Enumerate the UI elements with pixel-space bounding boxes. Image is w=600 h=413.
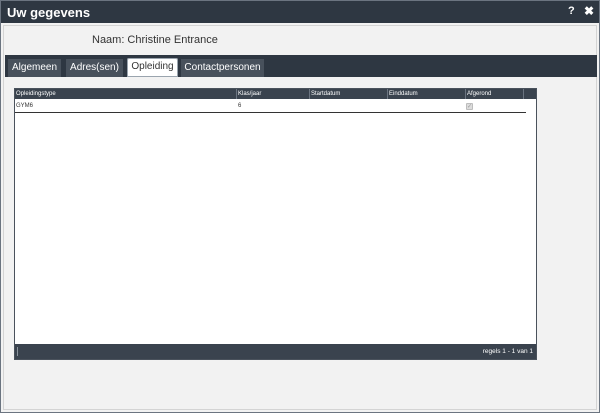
tab-opleiding[interactable]: Opleiding — [125, 56, 180, 77]
dialog-content: Naam: Christine Entrance Algemeen Adres(s… — [3, 25, 597, 410]
column-header-einddatum[interactable]: Einddatum — [388, 89, 466, 99]
tab-adressen[interactable]: Adres(sen) — [66, 59, 123, 77]
close-icon[interactable]: ✖ — [584, 4, 594, 18]
cell-klas-jaar: 6 — [238, 103, 242, 109]
afgerond-checkbox: ✓ — [466, 103, 473, 110]
table-row[interactable]: GYM6 6 ✓ — [15, 101, 526, 113]
column-header-klas-jaar[interactable]: Klas/jaar — [237, 89, 310, 99]
name-value: Christine Entrance — [127, 34, 218, 46]
dialog-title: Uw gegevens — [7, 5, 91, 20]
title-bar: Uw gegevens ? ✖ — [1, 1, 599, 23]
name-label: Naam: — [92, 34, 125, 46]
grid-footer: regels 1 - 1 van 1 — [15, 344, 536, 359]
paging-info: regels 1 - 1 van 1 — [482, 348, 533, 355]
user-details-dialog: Uw gegevens ? ✖ Naam: Christine Entrance … — [0, 0, 600, 413]
name-row: Naam: Christine Entrance — [92, 34, 221, 46]
education-grid: Opleidingstype Klas/jaar Startdatum Eind… — [14, 88, 537, 360]
tab-bar: Algemeen Adres(sen) Opleiding Contactper… — [5, 55, 597, 77]
cell-opleidingstype: GYM6 — [16, 103, 34, 109]
help-icon[interactable]: ? — [568, 5, 575, 17]
grid-header: Opleidingstype Klas/jaar Startdatum Eind… — [15, 89, 536, 99]
cell-startdatum — [310, 101, 388, 112]
column-header-startdatum[interactable]: Startdatum — [310, 89, 388, 99]
tab-algemeen[interactable]: Algemeen — [8, 59, 61, 77]
column-header-opleidingstype[interactable]: Opleidingstype — [15, 89, 237, 99]
cell-einddatum — [388, 101, 466, 112]
footer-divider — [17, 347, 18, 356]
column-header-afgerond[interactable]: Afgerond — [466, 89, 524, 99]
tab-contactpersonen[interactable]: Contactpersonen — [181, 59, 264, 77]
